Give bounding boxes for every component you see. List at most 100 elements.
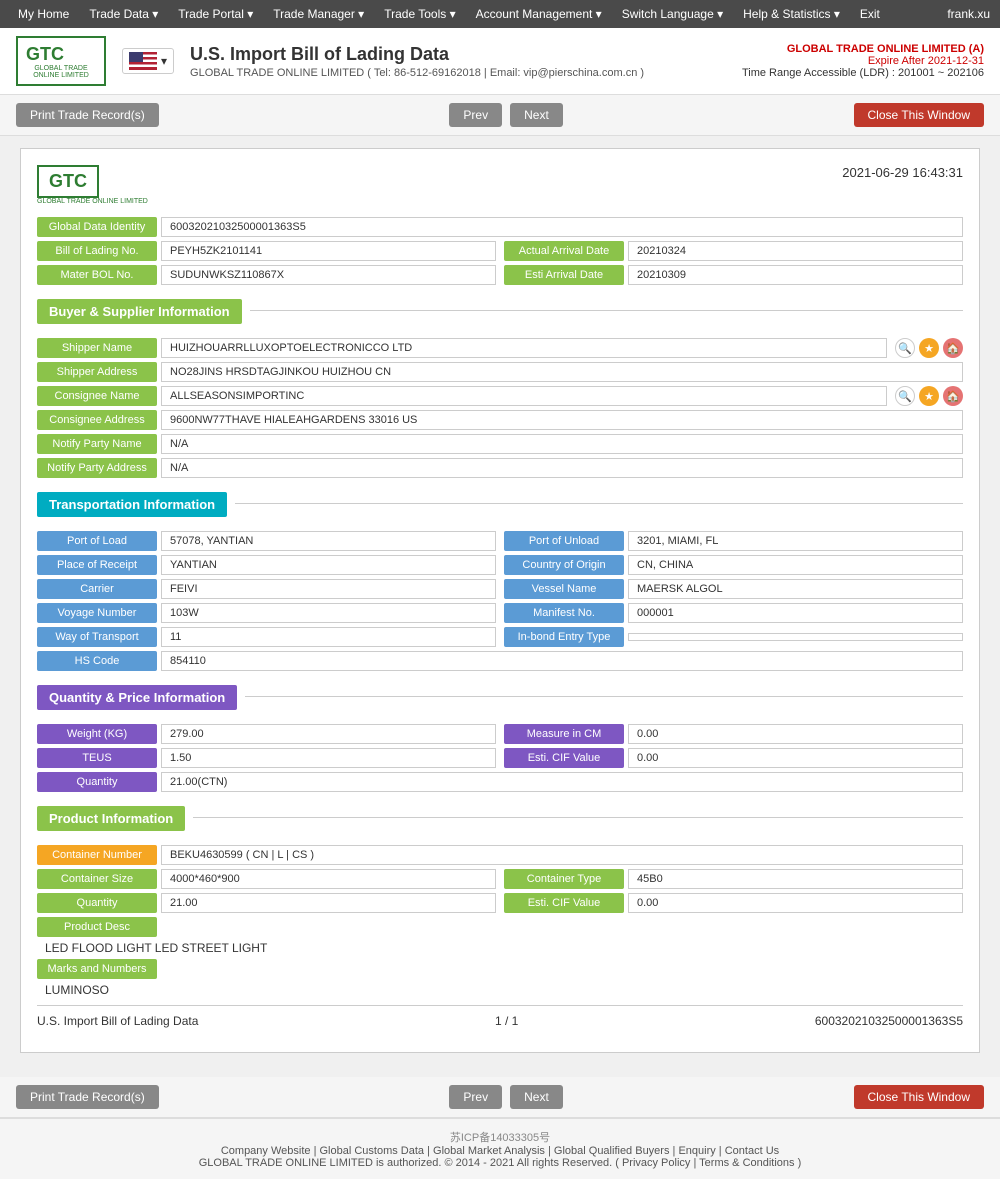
port-unload-pair: Port of Unload 3201, MIAMI, FL: [504, 531, 963, 551]
receipt-pair: Place of Receipt YANTIAN: [37, 555, 496, 575]
shipper-search-icon[interactable]: 🔍: [895, 338, 915, 358]
nav-switch-language[interactable]: Switch Language ▾: [614, 3, 731, 25]
qty-value: 21.00(CTN): [161, 772, 963, 792]
esti-arrival-label: Esti Arrival Date: [504, 265, 624, 285]
top-toolbar: Print Trade Record(s) Prev Next Close Th…: [0, 95, 1000, 136]
print-button-top[interactable]: Print Trade Record(s): [16, 103, 159, 127]
shipper-name-label: Shipper Name: [37, 338, 157, 358]
port-unload-value: 3201, MIAMI, FL: [628, 531, 963, 551]
header-subtitle: GLOBAL TRADE ONLINE LIMITED ( Tel: 86-51…: [190, 67, 726, 79]
origin-pair: Country of Origin CN, CHINA: [504, 555, 963, 575]
shipper-star-icon[interactable]: ★: [919, 338, 939, 358]
footer-link-market[interactable]: Global Market Analysis: [433, 1145, 545, 1157]
vessel-label: Vessel Name: [504, 579, 624, 599]
port-row: Port of Load 57078, YANTIAN Port of Unlo…: [37, 531, 963, 551]
nav-help-statistics[interactable]: Help & Statistics ▾: [735, 3, 848, 25]
footer-link-buyers[interactable]: Global Qualified Buyers: [554, 1145, 670, 1157]
prev-button-bottom[interactable]: Prev: [449, 1085, 502, 1109]
hs-code-label: HS Code: [37, 651, 157, 671]
port-load-pair: Port of Load 57078, YANTIAN: [37, 531, 496, 551]
consignee-name-value: ALLSEASONSIMPORTINC: [161, 386, 887, 406]
close-button-top[interactable]: Close This Window: [854, 103, 984, 127]
carrier-pair: Carrier FEIVI: [37, 579, 496, 599]
global-data-identity-value: 60032021032500001363S5: [161, 217, 963, 237]
container-type-label: Container Type: [504, 869, 624, 889]
hs-code-value: 854110: [161, 651, 963, 671]
shipper-name-pair: Shipper Name HUIZHOUARRLLUXOPTOELECTRONI…: [37, 338, 887, 358]
shipper-name-value: HUIZHOUARRLLUXOPTOELECTRONICCO LTD: [161, 338, 887, 358]
product-section-header: Product Information: [37, 796, 963, 839]
footer-copyright: GLOBAL TRADE ONLINE LIMITED is authorize…: [20, 1157, 980, 1169]
consignee-name-label: Consignee Name: [37, 386, 157, 406]
buyer-supplier-title: Buyer & Supplier Information: [37, 299, 242, 324]
next-button-bottom[interactable]: Next: [510, 1085, 563, 1109]
product-desc-label: Product Desc: [37, 917, 157, 937]
transport-inbond-row: Way of Transport 11 In-bond Entry Type: [37, 627, 963, 647]
consignee-address-label: Consignee Address: [37, 410, 157, 430]
container-number-value: BEKU4630599 ( CN | L | CS ): [161, 845, 963, 865]
doc-footer-page: 1 / 1: [495, 1014, 518, 1028]
port-unload-label: Port of Unload: [504, 531, 624, 551]
nav-account-management[interactable]: Account Management ▾: [468, 3, 610, 25]
nav-trade-portal[interactable]: Trade Portal ▾: [170, 3, 261, 25]
product-cif-label: Esti. CIF Value: [504, 893, 624, 913]
global-data-identity-row: Global Data Identity 6003202103250000136…: [37, 217, 963, 237]
hs-code-row: HS Code 854110: [37, 651, 963, 671]
voyage-value: 103W: [161, 603, 496, 623]
consignee-icons: 🔍 ★ 🏠: [895, 386, 963, 406]
doc-footer-record-id: 60032021032500001363S5: [815, 1014, 963, 1028]
nav-exit[interactable]: Exit: [852, 3, 888, 25]
container-size-label: Container Size: [37, 869, 157, 889]
manifest-label: Manifest No.: [504, 603, 624, 623]
document-card: GTC GLOBAL TRADE ONLINE LIMITED 2021-06-…: [20, 148, 980, 1053]
bottom-toolbar-left: Print Trade Record(s): [16, 1085, 159, 1109]
qty-price-line: [245, 696, 963, 697]
print-button-bottom[interactable]: Print Trade Record(s): [16, 1085, 159, 1109]
notify-party-address-row: Notify Party Address N/A: [37, 458, 963, 478]
consignee-star-icon[interactable]: ★: [919, 386, 939, 406]
bol-pair: Bill of Lading No. PEYH5ZK2101141: [37, 241, 496, 261]
language-flag[interactable]: ▾: [122, 48, 174, 74]
footer-link-company[interactable]: Company Website: [221, 1145, 311, 1157]
nav-my-home[interactable]: My Home: [10, 3, 77, 25]
carrier-label: Carrier: [37, 579, 157, 599]
nav-trade-data[interactable]: Trade Data ▾: [81, 3, 166, 25]
close-button-bottom[interactable]: Close This Window: [854, 1085, 984, 1109]
transportation-section-header: Transportation Information: [37, 482, 963, 525]
weight-value: 279.00: [161, 724, 496, 744]
nav-trade-manager[interactable]: Trade Manager ▾: [265, 3, 372, 25]
nav-trade-tools[interactable]: Trade Tools ▾: [376, 3, 463, 25]
consignee-address-row: Consignee Address 9600NW77THAVE HIALEAHG…: [37, 410, 963, 430]
consignee-search-icon[interactable]: 🔍: [895, 386, 915, 406]
teus-value: 1.50: [161, 748, 496, 768]
measure-pair: Measure in CM 0.00: [504, 724, 963, 744]
icp-number: 苏ICP备14033305号: [20, 1129, 980, 1145]
container-size-pair: Container Size 4000*460*900: [37, 869, 496, 889]
carrier-vessel-row: Carrier FEIVI Vessel Name MAERSK ALGOL: [37, 579, 963, 599]
product-qty-label: Quantity: [37, 893, 157, 913]
container-size-type-row: Container Size 4000*460*900 Container Ty…: [37, 869, 963, 889]
top-navigation: My Home Trade Data ▾ Trade Portal ▾ Trad…: [0, 0, 1000, 28]
notify-party-address-label: Notify Party Address: [37, 458, 157, 478]
vessel-pair: Vessel Name MAERSK ALGOL: [504, 579, 963, 599]
shipper-icons: 🔍 ★ 🏠: [895, 338, 963, 358]
product-title: Product Information: [37, 806, 185, 831]
prev-button-top[interactable]: Prev: [449, 103, 502, 127]
consignee-name-pair: Consignee Name ALLSEASONSIMPORTINC: [37, 386, 887, 406]
consignee-home-icon[interactable]: 🏠: [943, 386, 963, 406]
footer-link-customs[interactable]: Global Customs Data: [320, 1145, 425, 1157]
container-type-pair: Container Type 45B0: [504, 869, 963, 889]
marks-label: Marks and Numbers: [37, 959, 157, 979]
nav-items-left: My Home Trade Data ▾ Trade Portal ▾ Trad…: [10, 3, 888, 25]
marks-label-row: Marks and Numbers: [37, 959, 963, 979]
shipper-address-value: NO28JINS HRSDTAGJINKOU HUIZHOU CN: [161, 362, 963, 382]
shipper-home-icon[interactable]: 🏠: [943, 338, 963, 358]
product-qty-pair: Quantity 21.00: [37, 893, 496, 913]
next-button-top[interactable]: Next: [510, 103, 563, 127]
footer-link-contact[interactable]: Contact Us: [725, 1145, 779, 1157]
receipt-origin-row: Place of Receipt YANTIAN Country of Orig…: [37, 555, 963, 575]
logo-text: GTC: [26, 44, 96, 65]
footer-link-enquiry[interactable]: Enquiry: [678, 1145, 715, 1157]
marks-value: LUMINOSO: [45, 983, 109, 997]
master-bol-pair: Mater BOL No. SUDUNWKSZ110867X: [37, 265, 496, 285]
